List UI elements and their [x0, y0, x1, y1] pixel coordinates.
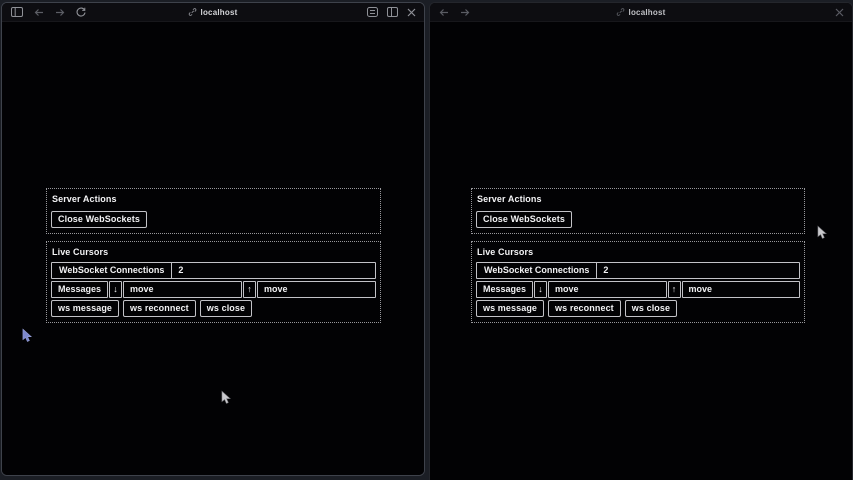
titlebar-window-controls: [367, 7, 424, 17]
server-actions-section: Server Actions Close WebSockets: [46, 188, 381, 234]
browser-window-right: localhost Server Actions Close WebSocket…: [429, 2, 853, 480]
server-actions-title: Server Actions: [52, 194, 375, 204]
ws-reconnect-button[interactable]: ws reconnect: [123, 300, 196, 317]
forward-icon[interactable]: [55, 8, 65, 17]
back-icon[interactable]: [439, 8, 449, 17]
browser-window-left: localhost Server Actions: [1, 2, 425, 476]
outgoing-message: move: [682, 281, 800, 298]
close-websockets-button[interactable]: Close WebSockets: [51, 211, 147, 228]
connections-row: WebSocket Connections 2: [51, 262, 376, 279]
connections-label: WebSocket Connections: [477, 263, 597, 278]
ws-buttons-row: ws message ws reconnect ws close: [476, 300, 800, 317]
tab-overview-icon[interactable]: [387, 7, 398, 17]
outgoing-arrow-icon: ↑: [668, 281, 681, 298]
close-icon[interactable]: [407, 8, 416, 17]
connections-count: 2: [172, 263, 375, 278]
close-icon[interactable]: [835, 8, 844, 17]
url-text: localhost: [629, 8, 666, 17]
incoming-message: move: [123, 281, 242, 298]
titlebar-window-controls: [835, 8, 852, 17]
messages-row: Messages ↓ move ↑ move: [476, 281, 800, 298]
connections-count: 2: [597, 263, 799, 278]
ws-message-button[interactable]: ws message: [51, 300, 119, 317]
reader-mode-icon[interactable]: [367, 7, 378, 17]
titlebar-nav-controls: [2, 7, 86, 17]
ws-buttons-row: ws message ws reconnect ws close: [51, 300, 376, 317]
incoming-arrow-icon: ↓: [534, 281, 547, 298]
back-icon[interactable]: [34, 8, 44, 17]
messages-label: Messages: [476, 281, 533, 298]
address-display[interactable]: localhost: [617, 3, 666, 21]
titlebar-nav-controls: [430, 8, 470, 17]
ws-close-button[interactable]: ws close: [625, 300, 677, 317]
outgoing-message: move: [257, 281, 376, 298]
debug-panel: Server Actions Close WebSockets Live Cur…: [471, 188, 805, 330]
sidebar-toggle-icon[interactable]: [11, 7, 23, 17]
forward-icon[interactable]: [460, 8, 470, 17]
server-actions-section: Server Actions Close WebSockets: [471, 188, 805, 234]
live-cursors-title: Live Cursors: [52, 247, 375, 257]
ws-message-button[interactable]: ws message: [476, 300, 544, 317]
incoming-message: move: [548, 281, 666, 298]
titlebar: localhost: [430, 3, 852, 22]
page-content: Server Actions Close WebSockets Live Cur…: [430, 22, 852, 480]
server-actions-title: Server Actions: [477, 194, 799, 204]
link-icon: [617, 8, 625, 16]
connections-row: WebSocket Connections 2: [476, 262, 800, 279]
ws-close-button[interactable]: ws close: [200, 300, 252, 317]
close-websockets-button[interactable]: Close WebSockets: [476, 211, 572, 228]
ws-reconnect-button[interactable]: ws reconnect: [548, 300, 621, 317]
page-content: Server Actions Close WebSockets Live Cur…: [2, 22, 424, 475]
live-cursors-section: Live Cursors WebSocket Connections 2 Mes…: [46, 241, 381, 323]
address-display[interactable]: localhost: [189, 3, 238, 21]
link-icon: [189, 8, 197, 16]
outgoing-arrow-icon: ↑: [243, 281, 256, 298]
messages-row: Messages ↓ move ↑ move: [51, 281, 376, 298]
live-cursors-section: Live Cursors WebSocket Connections 2 Mes…: [471, 241, 805, 323]
live-cursors-title: Live Cursors: [477, 247, 799, 257]
titlebar: localhost: [2, 3, 424, 22]
debug-panel: Server Actions Close WebSockets Live Cur…: [46, 188, 381, 330]
reload-icon[interactable]: [76, 7, 86, 17]
connections-label: WebSocket Connections: [52, 263, 172, 278]
incoming-arrow-icon: ↓: [109, 281, 122, 298]
messages-label: Messages: [51, 281, 108, 298]
url-text: localhost: [201, 8, 238, 17]
